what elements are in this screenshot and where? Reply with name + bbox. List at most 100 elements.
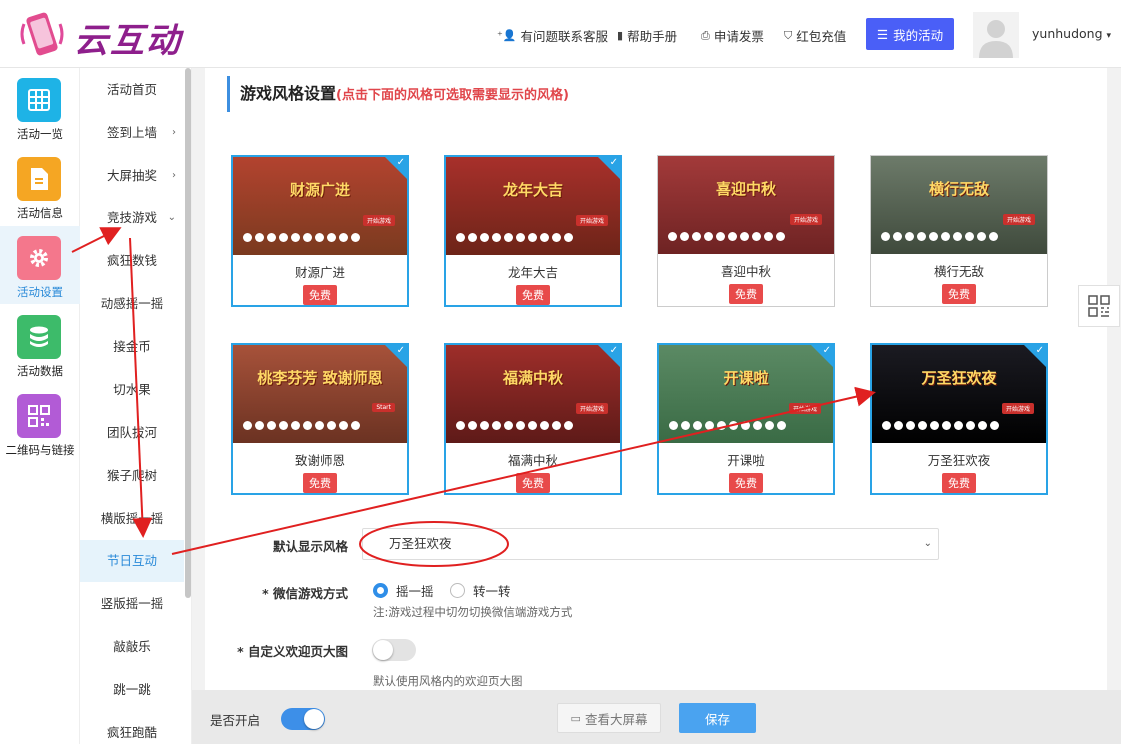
enable-toggle[interactable] <box>281 708 325 730</box>
menu-item-holiday-interaction[interactable]: 节日互动 <box>80 540 184 582</box>
menu-item-tug-of-war[interactable]: 团队拔河 <box>80 412 184 454</box>
default-style-value: 万圣狂欢夜 <box>389 536 452 551</box>
free-badge: 免费 <box>303 473 337 493</box>
menu-item-horizontal-shake[interactable]: 横版摇一摇 <box>80 498 184 540</box>
menu-item-vertical-shake[interactable]: 竖版摇一摇 <box>80 583 184 625</box>
seat-dot <box>303 233 312 242</box>
seat-dot <box>540 421 549 430</box>
seat-dot <box>540 233 549 242</box>
caret-down-icon: ▾ <box>1106 31 1112 41</box>
menu-label: 大屏抽奖 <box>106 168 157 183</box>
thumbnail-start-button: 开始游戏 <box>788 403 821 414</box>
thumbnail-start-button: 开始游戏 <box>1001 403 1034 414</box>
help-manual-link[interactable]: ▮ 帮助手册 <box>617 26 677 45</box>
menu-item-signin-wall[interactable]: 签到上墙 › <box>80 112 184 154</box>
sidebar-item-qrcode-links[interactable]: 二维码与链接 <box>0 384 80 462</box>
style-card[interactable]: 喜迎中秋 开始游戏 喜迎中秋 免费 <box>657 155 835 307</box>
menu-label: 竖版摇一摇 <box>100 596 164 611</box>
style-thumbnail: 桃李芬芳 致谢师恩 Start <box>233 345 407 443</box>
thumbnail-banner: 福满中秋 <box>502 369 563 387</box>
mode-note: 注:游戏过程中切勿切换微信端游戏方式 <box>373 605 573 619</box>
menu-item-competitive-games[interactable]: 竞技游戏 ⌄ <box>80 197 184 239</box>
customer-service-link[interactable]: ⁺👤 有问题联系客服 <box>497 26 608 45</box>
preview-screen-button[interactable]: ▭ 查看大屏幕 <box>557 703 661 733</box>
primary-sidebar: 活动一览 活动信息 活动设置 活动数据 二维码与链接 <box>0 68 80 744</box>
avatar[interactable] <box>973 12 1019 58</box>
red-packet-recharge-link[interactable]: ⛉ 红包充值 <box>784 26 846 45</box>
style-card[interactable]: 福满中秋 开始游戏 ✓ 福满中秋 免费 <box>444 343 622 495</box>
seat-dot <box>680 232 689 241</box>
grid-icon <box>17 78 61 122</box>
default-style-select[interactable]: 万圣狂欢夜 ⌄ <box>362 528 939 560</box>
seat-dot <box>741 421 750 430</box>
seat-dot <box>977 232 986 241</box>
seat-dot <box>953 232 962 241</box>
menu-item-big-screen-lottery[interactable]: 大屏抽奖 › <box>80 155 184 197</box>
style-thumbnail: 喜迎中秋 开始游戏 <box>658 156 834 254</box>
menu-item-catch-coins[interactable]: 接金币 <box>80 326 184 368</box>
seat-dot <box>776 232 785 241</box>
list-icon: ☰ <box>876 26 889 42</box>
menu-label: 敲敲乐 <box>113 639 151 654</box>
style-card[interactable]: 开课啦 开始游戏 ✓ 开课啦 免费 <box>657 343 835 495</box>
seat-dot <box>729 421 738 430</box>
style-card[interactable]: 龙年大吉 开始游戏 ✓ 龙年大吉 免费 <box>444 155 622 307</box>
seat-dot <box>504 233 513 242</box>
invoice-link[interactable]: ⎙ 申请发票 <box>701 26 764 45</box>
menu-item-crazy-money[interactable]: 疯狂数钱 <box>80 240 184 282</box>
menu-item-dynamic-shake[interactable]: 动感摇一摇 <box>80 283 184 325</box>
menu-item-knock-knock[interactable]: 敲敲乐 <box>80 626 184 668</box>
sidebar-item-activity-info[interactable]: 活动信息 <box>0 147 80 225</box>
seat-dot <box>930 421 939 430</box>
thumbnail-start-button: 开始游戏 <box>362 215 395 226</box>
seat-dot <box>279 421 288 430</box>
sidebar-item-activity-data[interactable]: 活动数据 <box>0 305 80 383</box>
menu-label: 疯狂跑酷 <box>106 725 157 740</box>
sidebar-item-activity-settings[interactable]: 活动设置 <box>0 226 80 304</box>
style-thumbnail: 龙年大吉 开始游戏 <box>446 157 620 255</box>
seat-dot <box>516 233 525 242</box>
menu-label: 动感摇一摇 <box>100 296 164 311</box>
menu-item-jump-jump[interactable]: 跳一跳 <box>80 669 184 711</box>
seat-dot <box>468 233 477 242</box>
seat-dot <box>492 233 501 242</box>
check-icon: ✓ <box>609 345 618 356</box>
style-thumbnail: 横行无敌 开始游戏 <box>871 156 1047 254</box>
welcome-image-toggle[interactable] <box>372 639 416 661</box>
radio-shake[interactable]: 摇一摇 <box>373 581 434 600</box>
menu-item-crazy-parkour[interactable]: 疯狂跑酷 <box>80 712 184 744</box>
seat-dot <box>669 421 678 430</box>
username-dropdown[interactable]: yunhudong ▾ <box>1032 26 1111 41</box>
menu-item-activity-home[interactable]: 活动首页 <box>80 69 184 111</box>
qrcode-icon <box>17 394 61 438</box>
style-card[interactable]: 万圣狂欢夜 开始游戏 ✓ 万圣狂欢夜 免费 <box>870 343 1048 495</box>
menu-label: 竞技游戏 <box>106 210 157 225</box>
save-button[interactable]: 保存 <box>679 703 756 733</box>
seat-dot <box>717 421 726 430</box>
style-name: 福满中秋 <box>507 453 558 468</box>
floating-qrcode-button[interactable] <box>1078 285 1120 327</box>
seat-dot <box>681 421 690 430</box>
menu-scrollbar[interactable] <box>185 68 191 598</box>
my-activity-button[interactable]: ☰ 我的活动 <box>866 18 954 50</box>
red-packet-label: 红包充值 <box>796 29 847 44</box>
seat-dot <box>941 232 950 241</box>
menu-label: 切水果 <box>113 382 151 397</box>
seat-dot <box>243 421 252 430</box>
menu-item-monkey-climb[interactable]: 猴子爬树 <box>80 455 184 497</box>
menu-item-cut-fruit[interactable]: 切水果 <box>80 369 184 411</box>
style-card[interactable]: 桃李芬芳 致谢师恩 Start ✓ 致谢师恩 免费 <box>231 343 409 495</box>
brand-logo[interactable]: 云互动 <box>18 8 198 61</box>
style-card[interactable]: 横行无敌 开始游戏 横行无敌 免费 <box>870 155 1048 307</box>
chevron-right-icon: › <box>172 127 176 138</box>
radio-selected-icon <box>373 583 388 598</box>
seat-dot <box>704 232 713 241</box>
radio-rotate[interactable]: 转一转 <box>450 581 511 600</box>
style-name: 财源广进 <box>294 265 345 280</box>
username: yunhudong <box>1032 26 1103 41</box>
style-card[interactable]: 财源广进 开始游戏 ✓ 财源广进 免费 <box>231 155 409 307</box>
thumbnail-dots <box>456 421 573 430</box>
gear-icon <box>17 236 61 280</box>
sidebar-item-activity-list[interactable]: 活动一览 <box>0 68 80 146</box>
seat-dot <box>267 421 276 430</box>
